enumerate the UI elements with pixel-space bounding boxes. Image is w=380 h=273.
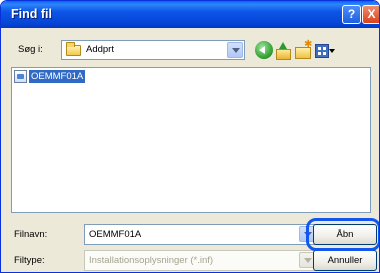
filename-label: Filnavn: <box>14 229 48 240</box>
filetype-value: Installationsoplysninger (*.inf) <box>89 255 214 266</box>
look-in-label: Søg i: <box>18 44 43 55</box>
cancel-button[interactable]: Annuller <box>313 250 377 271</box>
up-folder-icon[interactable] <box>274 41 292 60</box>
help-button[interactable]: ? <box>342 5 361 24</box>
filetype-dropdown: Installationsoplysninger (*.inf) <box>84 250 317 271</box>
title-bar[interactable]: Find fil ? X <box>1 1 379 28</box>
chevron-down-icon[interactable] <box>227 42 243 58</box>
find-file-dialog: Find fil ? X Søg i: Addprt OEMMF01A Filn… <box>0 0 380 273</box>
look-in-dropdown[interactable]: Addprt <box>61 40 245 60</box>
window-title: Find fil <box>11 7 52 21</box>
filename-value: OEMMF01A <box>89 229 142 240</box>
filename-field[interactable]: OEMMF01A <box>84 224 317 245</box>
new-folder-icon[interactable] <box>294 39 312 59</box>
file-list[interactable]: OEMMF01A <box>11 67 371 213</box>
filetype-label: Filtype: <box>14 255 45 266</box>
open-button[interactable]: Åbn <box>313 224 377 245</box>
views-menu-icon[interactable] <box>314 41 336 59</box>
look-in-value: Addprt <box>86 44 114 55</box>
close-button[interactable]: X <box>362 5 379 24</box>
setup-file-icon <box>14 70 27 83</box>
file-name: OEMMF01A <box>29 70 86 83</box>
back-icon[interactable] <box>255 41 273 59</box>
folder-icon <box>66 42 81 56</box>
